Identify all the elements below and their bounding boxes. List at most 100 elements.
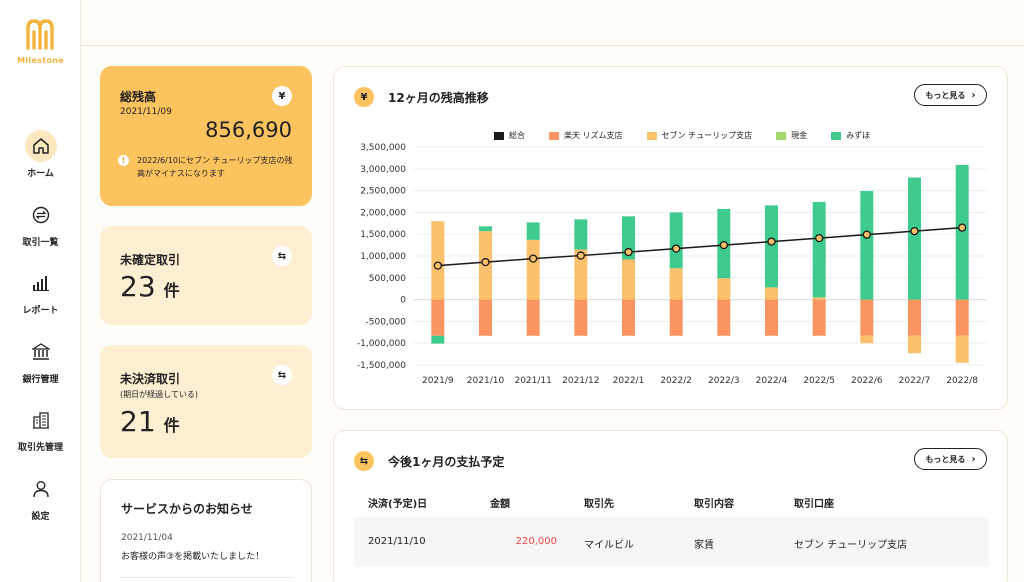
bar-segment [908,299,921,336]
bar-segment [812,201,826,298]
x-tick-label: 2022/1 [613,376,645,386]
y-tick-label: 500,000 [369,274,406,284]
milestone-logo-icon [25,19,54,50]
y-tick-label: -1,500,000 [357,361,406,371]
y-tick-label: 2,000,000 [360,208,406,218]
payment-schedule-panel: ⇆ 今後1ヶ月の支払予定 もっと見る › 決済(予定)日 金額 取引先 取引内容 … [333,430,1008,582]
user-icon [25,473,57,505]
bar-segment [669,212,683,269]
y-tick-label: 0 [400,296,406,306]
balance-date: 2021/11/09 [120,107,172,117]
bar-segment [717,299,731,336]
bank-icon [25,336,57,368]
x-tick-label: 2022/8 [946,376,978,386]
balance-chart: 3,500,000 3,000,000 2,500,000 2,000,000 1,50… [357,143,986,386]
total-point [958,223,967,232]
bar-segment [765,299,778,336]
schedule-panel-title: 今後1ヶ月の支払予定 [388,454,505,469]
bar-segment [526,299,540,336]
schedule-more-label: もっと見る [925,454,966,464]
news-item-link[interactable]: お客様の声③を掲載いたしました！ [121,549,264,562]
schedule-more-button[interactable]: もっと見る › [914,448,987,470]
unsettled-title: 未決済取引 [120,372,181,386]
total-point [767,237,776,246]
schedule-panel-header: ⇆ 今後1ヶ月の支払予定 [354,451,504,471]
news-card: サービスからのお知らせ 2021/11/04 お客様の声③を掲載いたしました！ [100,479,312,582]
total-point [624,247,633,257]
nav-item-transactions[interactable]: 取引一覧 [0,199,81,248]
x-tick-label: 2022/4 [756,376,788,386]
nav-item-bank[interactable]: 銀行管理 [0,336,81,385]
pending-transactions-card[interactable]: 未確定取引 ⇆ 23 件 [100,226,312,325]
balance-amount: 856,690 [205,118,292,142]
sidebar: Milestone ホーム 取引一覧 レポート 銀行管理 取引先管理 設定 [0,0,81,582]
table-row[interactable]: 2021/11/10 220,000 マイルビル 家賃 セブン チューリップ支店 [354,517,989,567]
x-tick-label: 2021/12 [562,376,599,386]
balance-warning: ! 2022/6/10にセブン チューリップ支店の残高がマイナスになります [118,154,298,180]
total-point [529,254,538,263]
y-tick-label: 3,000,000 [360,165,406,175]
unsettled-transactions-card[interactable]: 未決済取引 (期日が経過している) ⇆ 21 件 [100,345,312,458]
bar-segment [574,219,588,250]
x-tick-label: 2022/3 [708,376,740,386]
unsettled-note: (期日が経過している) [120,390,199,399]
y-tick-label: -500,000 [366,317,407,327]
transfer-icon: ⇆ [272,365,292,385]
nav-item-partners[interactable]: 取引先管理 [0,404,81,453]
bar-segment [717,278,731,300]
nav-label-settings: 設定 [31,512,50,522]
top-bar [81,0,1024,46]
news-date: 2021/11/04 [121,533,173,543]
total-point [433,261,442,270]
unsettled-count-unit: 件 [163,416,180,435]
nav-label-transactions: 取引一覧 [22,238,59,248]
bar-segment [669,299,683,336]
total-line [437,226,963,267]
bar-segment [908,335,921,354]
nav-item-settings[interactable]: 設定 [0,473,81,522]
y-tick-label: 3,500,000 [360,143,406,153]
column-header-content: 取引内容 [694,499,734,510]
transfer-icon: ⇆ [354,451,374,471]
pending-count-unit: 件 [163,281,180,300]
bar-segment [860,191,874,300]
x-tick-label: 2021/9 [422,376,454,386]
x-tick-label: 2022/5 [803,376,835,386]
bar-segment [908,177,921,300]
transfer-icon: ⇆ [272,246,292,266]
bar-segment [955,164,969,300]
bar-segment [812,299,826,336]
transfer-icon [25,199,57,231]
column-header-partner: 取引先 [584,499,614,510]
row-partner: マイルビル [584,540,634,551]
unsettled-count: 21 件 [120,405,180,438]
bar-segment [431,299,445,336]
balance-title: 総残高 [120,90,157,104]
news-title: サービスからのお知らせ [121,502,253,516]
bar-segment [812,297,826,300]
total-point [862,230,871,239]
y-tick-label: 1,000,000 [360,252,406,262]
unsettled-count-value: 21 [120,405,156,438]
logo[interactable]: Milestone [0,18,81,65]
pending-count-value: 23 [120,270,156,303]
yen-icon: ¥ [272,86,292,106]
nav-item-home[interactable]: ホーム [0,130,81,179]
bar-segment [955,335,969,363]
nav-item-report[interactable]: レポート [0,267,81,316]
nav-label-report: レポート [22,306,59,316]
total-point [719,240,728,250]
home-icon [24,130,57,162]
total-balance-card[interactable]: 総残高 2021/11/09 ¥ 856,690 ! 2022/6/10にセブン… [100,66,312,206]
y-tick-label: 1,500,000 [360,230,406,240]
report-icon [25,267,57,299]
warning-icon: ! [118,155,129,166]
bar-segment [860,299,874,336]
x-tick-label: 2022/6 [851,376,883,386]
bar-segment [574,299,588,336]
bar-segment [431,335,445,344]
total-point [672,244,681,253]
chevron-right-icon: › [971,453,976,465]
total-point [576,251,585,260]
logo-text: Milestone [17,56,64,65]
